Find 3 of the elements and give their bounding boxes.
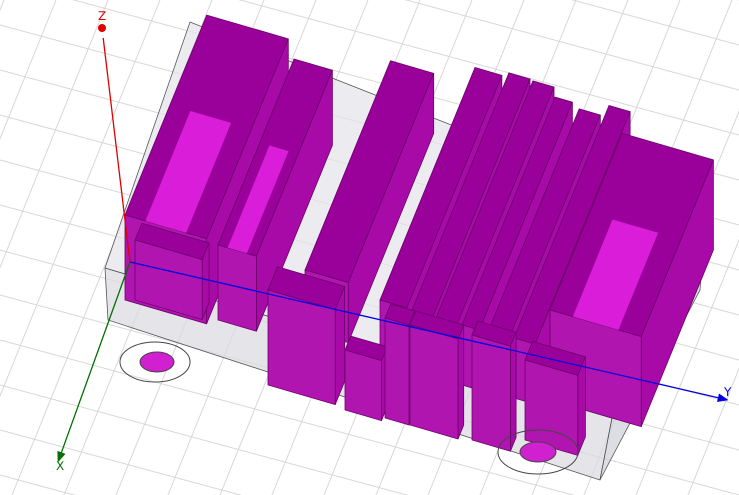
axis-label: Y (724, 385, 732, 399)
axis-label: Z (98, 9, 106, 23)
axis-label: X (56, 459, 64, 473)
